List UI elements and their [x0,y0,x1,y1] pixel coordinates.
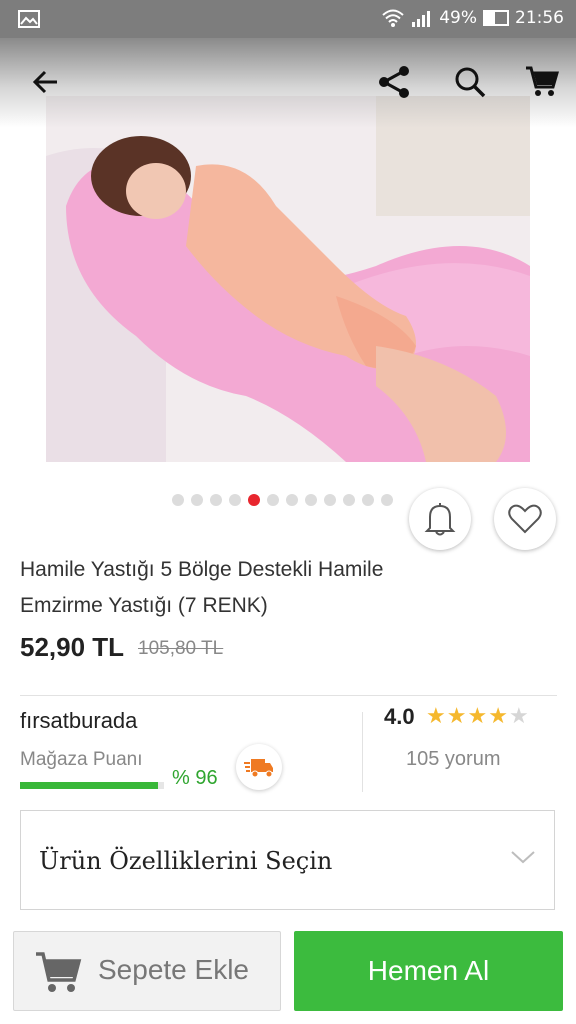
product-image[interactable] [46,96,530,462]
star-filled-icon: ★ [467,704,488,729]
reviews-link[interactable]: 105 yorum [406,748,501,771]
wifi-icon [382,9,404,27]
carousel-dot[interactable] [362,494,374,506]
carousel-dot[interactable] [267,494,279,506]
carousel-dot[interactable] [172,494,184,506]
favorite-button[interactable] [494,488,556,550]
clock: 21:56 [515,8,564,28]
search-button[interactable] [446,58,494,106]
product-title: Hamile Yastığı 5 Bölge Destekli Hamile E… [20,558,384,617]
product-price: 52,90 TL [20,632,125,662]
status-bar: 49% 21:56 [0,0,576,38]
carousel-dot[interactable] [324,494,336,506]
back-button[interactable] [22,58,70,106]
fast-shipping-truck-icon [244,759,273,778]
cart-icon [36,952,82,992]
carousel-dot[interactable] [343,494,355,506]
seller-name[interactable]: fırsatburada [20,708,137,734]
carousel-dot[interactable] [229,494,241,506]
bell-icon [424,503,456,536]
back-arrow-icon [32,70,57,94]
product-gallery[interactable] [0,38,576,478]
star-empty-icon: ★ [508,704,529,729]
fast-shipping-badge[interactable] [236,744,282,790]
cart-icon [526,66,559,96]
heart-icon [508,504,542,534]
carousel-dot-active[interactable] [248,494,260,506]
rating-value: 4.0 [384,704,415,729]
chevron-down-icon [511,851,535,864]
carousel-dot[interactable] [191,494,203,506]
cart-button[interactable] [518,58,566,106]
star-filled-icon: ★ [426,704,446,729]
carousel-dot[interactable] [381,494,393,506]
seller-score-bar-fill [20,782,159,789]
carousel-dot[interactable] [286,494,298,506]
product-options-select[interactable]: Ürün Özelliklerini Seçin [20,810,555,910]
seller-score-value: % 96 [172,767,218,789]
star-filled-icon: ★ [488,704,508,729]
add-to-cart-label: Sepete Ekle [98,954,249,985]
image-carousel-indicator[interactable] [172,494,393,506]
share-button[interactable] [370,58,418,106]
product-old-price: 105,80 TL [138,638,224,659]
seller-score-bar [20,782,164,789]
divider [20,695,557,696]
add-to-cart-button[interactable]: Sepete Ekle [13,931,281,1011]
divider-vertical [362,712,363,792]
search-icon [455,67,486,98]
rating-stars: ★ ★ ★ ★ ★ [426,705,529,729]
image-icon [18,10,40,28]
battery-icon [483,10,509,26]
product-options-label: Ürün Özelliklerini Seçin [39,847,333,875]
battery-percent: 49% [439,8,477,28]
signal-icon [412,11,431,27]
star-filled-icon: ★ [446,704,467,729]
seller-score-label: Mağaza Puanı [20,749,143,770]
notify-button[interactable] [409,488,471,550]
share-icon [379,66,409,98]
carousel-dot[interactable] [210,494,222,506]
buy-now-button[interactable]: Hemen Al [294,931,563,1011]
carousel-dot[interactable] [305,494,317,506]
